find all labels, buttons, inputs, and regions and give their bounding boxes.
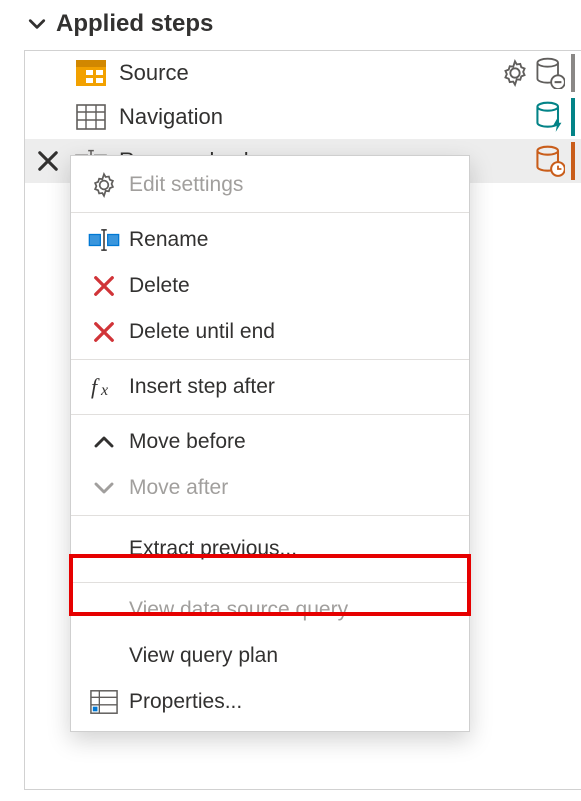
chevron-up-icon [85,434,123,450]
menu-separator [71,212,469,213]
grid-icon [75,103,107,131]
menu-move-before[interactable]: Move before [71,419,469,465]
menu-label: Move after [129,476,228,500]
context-menu: Edit settings Rename Delete Delete un [70,155,470,732]
menu-separator [71,582,469,583]
menu-view-data-source-query: View data source query [71,587,469,633]
accent-bar [571,54,575,92]
menu-separator [71,515,469,516]
menu-label: Insert step after [129,375,275,399]
menu-move-after: Move after [71,465,469,511]
menu-label: Rename [129,228,208,252]
step-row-source[interactable]: Source [25,51,581,95]
delete-x-icon[interactable] [37,150,59,172]
table-icon [75,59,107,87]
menu-label: Properties... [129,690,242,714]
gear-icon[interactable] [501,59,529,87]
gear-icon [85,172,123,198]
chevron-down-icon [85,480,123,496]
step-row-navigation[interactable]: Navigation [25,95,581,139]
menu-rename[interactable]: Rename [71,217,469,263]
svg-text:f: f [91,375,100,399]
chevron-down-icon [28,15,46,33]
x-icon [85,275,123,297]
rename-icon [85,229,123,251]
menu-extract-previous[interactable]: Extract previous... [71,520,469,578]
menu-label: Move before [129,430,246,454]
properties-icon [85,689,123,715]
accent-bar [571,98,575,136]
menu-separator [71,414,469,415]
menu-label: View query plan [129,644,278,668]
menu-label: Delete [129,274,190,298]
applied-steps-header[interactable]: Applied steps [0,0,581,50]
menu-properties[interactable]: Properties... [71,679,469,725]
svg-text:x: x [100,382,108,399]
menu-label: Delete until end [129,320,275,344]
step-label: Navigation [119,104,535,130]
database-minus-icon [535,57,565,89]
panel-title: Applied steps [56,10,213,38]
database-clock-icon [535,145,565,177]
fx-icon: f x [85,375,123,399]
menu-label: Extract previous... [129,537,297,561]
accent-bar [571,142,575,180]
database-bolt-icon [535,101,565,133]
menu-separator [71,359,469,360]
menu-insert-step-after[interactable]: f x Insert step after [71,364,469,410]
menu-label: View data source query [129,598,348,622]
step-label: Source [119,60,501,86]
menu-view-query-plan[interactable]: View query plan [71,633,469,679]
menu-label: Edit settings [129,173,243,197]
menu-delete-until-end[interactable]: Delete until end [71,309,469,355]
x-icon [85,321,123,343]
menu-edit-settings: Edit settings [71,162,469,208]
menu-delete[interactable]: Delete [71,263,469,309]
